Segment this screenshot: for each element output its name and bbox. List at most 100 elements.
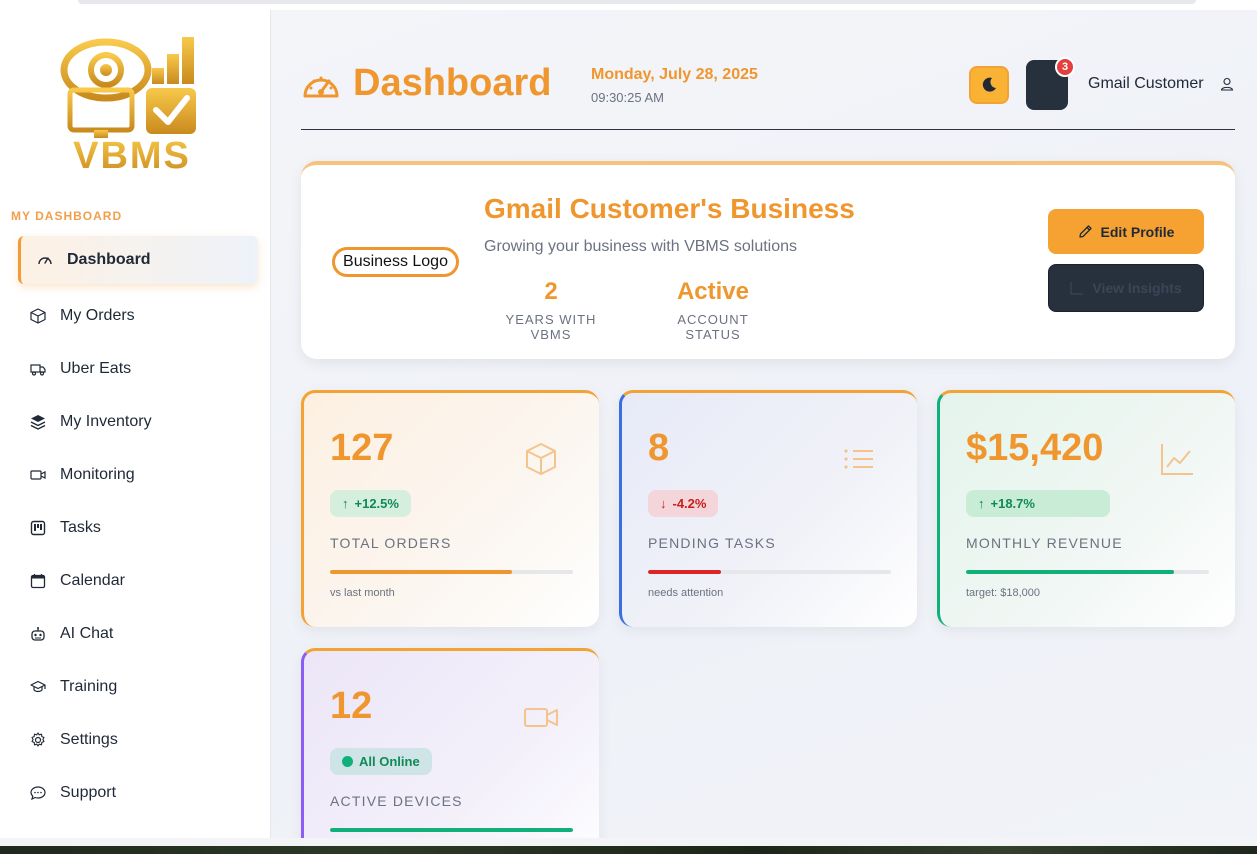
sidebar-item-dashboard[interactable]: Dashboard <box>18 236 258 284</box>
revenue-subtext: target: $18,000 <box>966 587 1041 599</box>
current-time: 09:30:25 AM <box>591 90 664 105</box>
gauge-icon <box>37 252 53 268</box>
stat-value: Active <box>676 278 750 305</box>
main-content: Dashboard Monday, July 28, 2025 09:30:25… <box>271 10 1257 838</box>
sidebar-item-support[interactable]: Support <box>0 766 270 819</box>
box-icon <box>526 443 556 475</box>
orders-change-badge: ↑ +12.5% <box>330 490 411 517</box>
revenue-change: +18.7% <box>990 496 1035 511</box>
video-icon <box>524 708 558 727</box>
sidebar-item-label: Support <box>60 783 117 801</box>
sidebar-item-training[interactable]: Training <box>0 660 270 713</box>
orders-change: +12.5% <box>354 496 399 511</box>
pending-tasks-label: PENDING TASKS <box>648 535 776 551</box>
total-orders-label: TOTAL ORDERS <box>330 535 452 551</box>
stat-years: 2 YEARS WITH VBMS <box>484 278 618 342</box>
sidebar-item-tasks[interactable]: Tasks <box>0 501 270 554</box>
tasks-change: -4.2% <box>672 496 707 511</box>
robot-icon <box>30 626 46 642</box>
sidebar-item-calendar[interactable]: Calendar <box>0 554 270 607</box>
line-chart-icon <box>1161 444 1193 475</box>
devices-progress-bar <box>330 828 573 832</box>
sidebar-item-label: Dashboard <box>67 251 151 268</box>
tasks-subtext: needs attention <box>648 587 724 599</box>
active-devices-value: 12 <box>330 685 373 727</box>
chat-bubble-icon <box>30 785 46 801</box>
revenue-change-badge: ↑ +18.7% <box>966 490 1110 517</box>
sidebar-item-label: Calendar <box>60 571 125 589</box>
section-title: MY DASHBOARD <box>11 209 123 223</box>
business-logo: Business Logo <box>332 247 459 277</box>
pending-tasks-value: 8 <box>648 427 670 469</box>
moon-icon <box>982 77 996 92</box>
revenue-progress-bar <box>966 570 1209 574</box>
sidebar-item-settings[interactable]: Settings <box>0 713 270 766</box>
sidebar-item-my-inventory[interactable]: My Inventory <box>0 395 270 448</box>
edit-profile-label: Edit Profile <box>1100 223 1175 240</box>
sidebar-item-label: My Orders <box>60 306 135 324</box>
active-devices-card[interactable]: 12 All Online ACTIVE DEVICES <box>301 648 599 838</box>
stat-value: 2 <box>544 278 558 305</box>
pencil-icon <box>1078 225 1092 238</box>
app: VBMS MY DASHBOARD Dashboard My Orders Ub… <box>0 10 1257 838</box>
business-name: Gmail Customer's Business <box>484 193 855 224</box>
sidebar-item-label: Training <box>60 677 118 695</box>
sidebar-item-label: Settings <box>60 730 118 748</box>
sidebar-item-label: My Inventory <box>60 412 152 430</box>
page-header: Dashboard Monday, July 28, 2025 09:30:25… <box>301 57 1235 130</box>
tasks-change-badge: ↓ -4.2% <box>648 490 719 517</box>
theme-toggle-button[interactable] <box>969 66 1009 104</box>
business-profile-card: Business Logo Gmail Customer's Business … <box>301 161 1235 359</box>
sidebar-item-label: AI Chat <box>60 624 114 642</box>
view-insights-button[interactable]: View Insights <box>1048 264 1204 312</box>
video-icon <box>30 467 46 483</box>
user-icon[interactable] <box>1220 77 1234 91</box>
pending-tasks-card[interactable]: 8 ↓ -4.2% PENDING TASKS needs attention <box>619 390 917 627</box>
browser-top-strip <box>0 0 1257 10</box>
brand-text: VBMS <box>73 135 191 172</box>
kanban-icon <box>30 520 46 536</box>
progress-fill <box>966 570 1175 574</box>
total-orders-card[interactable]: 127 ↑ +12.5% TOTAL ORDERS vs last month <box>301 390 599 627</box>
edit-profile-button[interactable]: Edit Profile <box>1048 209 1204 254</box>
sidebar-item-ai-chat[interactable]: AI Chat <box>0 607 270 660</box>
desktop-background-strip <box>0 838 1257 854</box>
window-edge <box>0 838 1257 846</box>
sidebar: VBMS MY DASHBOARD Dashboard My Orders Ub… <box>0 10 271 838</box>
gear-icon <box>30 731 46 748</box>
notification-badge: 3 <box>1055 57 1075 77</box>
calendar-icon <box>30 573 46 589</box>
chart-icon <box>1070 282 1084 295</box>
active-devices-label: ACTIVE DEVICES <box>330 793 463 809</box>
sidebar-nav: Dashboard My Orders Uber Eats My Invento… <box>0 236 270 819</box>
box-icon <box>30 307 46 324</box>
online-dot-icon <box>342 756 353 767</box>
devices-status: All Online <box>359 754 420 769</box>
monthly-revenue-card[interactable]: $15,420 ↑ +18.7% MONTHLY REVENUE target: … <box>937 390 1235 627</box>
progress-fill <box>330 570 513 574</box>
tasks-progress-bar <box>648 570 891 574</box>
sidebar-item-my-orders[interactable]: My Orders <box>0 289 270 342</box>
arrow-up-icon: ↑ <box>342 496 349 511</box>
list-icon <box>844 449 873 469</box>
stat-label: ACCOUNT STATUS <box>677 312 749 342</box>
truck-icon <box>30 361 46 377</box>
vbms-logo: VBMS <box>56 32 206 177</box>
progress-fill <box>330 828 573 832</box>
business-tagline: Growing your business with VBMS solution… <box>484 238 798 255</box>
stat-label: YEARS WITH VBMS <box>505 312 597 342</box>
notifications-button[interactable]: 3 <box>1026 57 1075 110</box>
sidebar-item-label: Tasks <box>60 518 101 536</box>
sidebar-item-monitoring[interactable]: Monitoring <box>0 448 270 501</box>
stat-status: Active ACCOUNT STATUS <box>648 278 778 342</box>
user-name[interactable]: Gmail Customer <box>1088 75 1204 93</box>
sidebar-item-uber-eats[interactable]: Uber Eats <box>0 342 270 395</box>
progress-fill <box>648 570 721 574</box>
page-title: Dashboard <box>353 62 552 104</box>
arrow-up-icon: ↑ <box>978 496 985 511</box>
sidebar-item-label: Monitoring <box>60 465 135 483</box>
orders-subtext: vs last month <box>330 587 395 599</box>
arrow-down-icon: ↓ <box>660 496 667 511</box>
sidebar-item-label: Uber Eats <box>60 359 132 377</box>
orders-progress-bar <box>330 570 573 574</box>
